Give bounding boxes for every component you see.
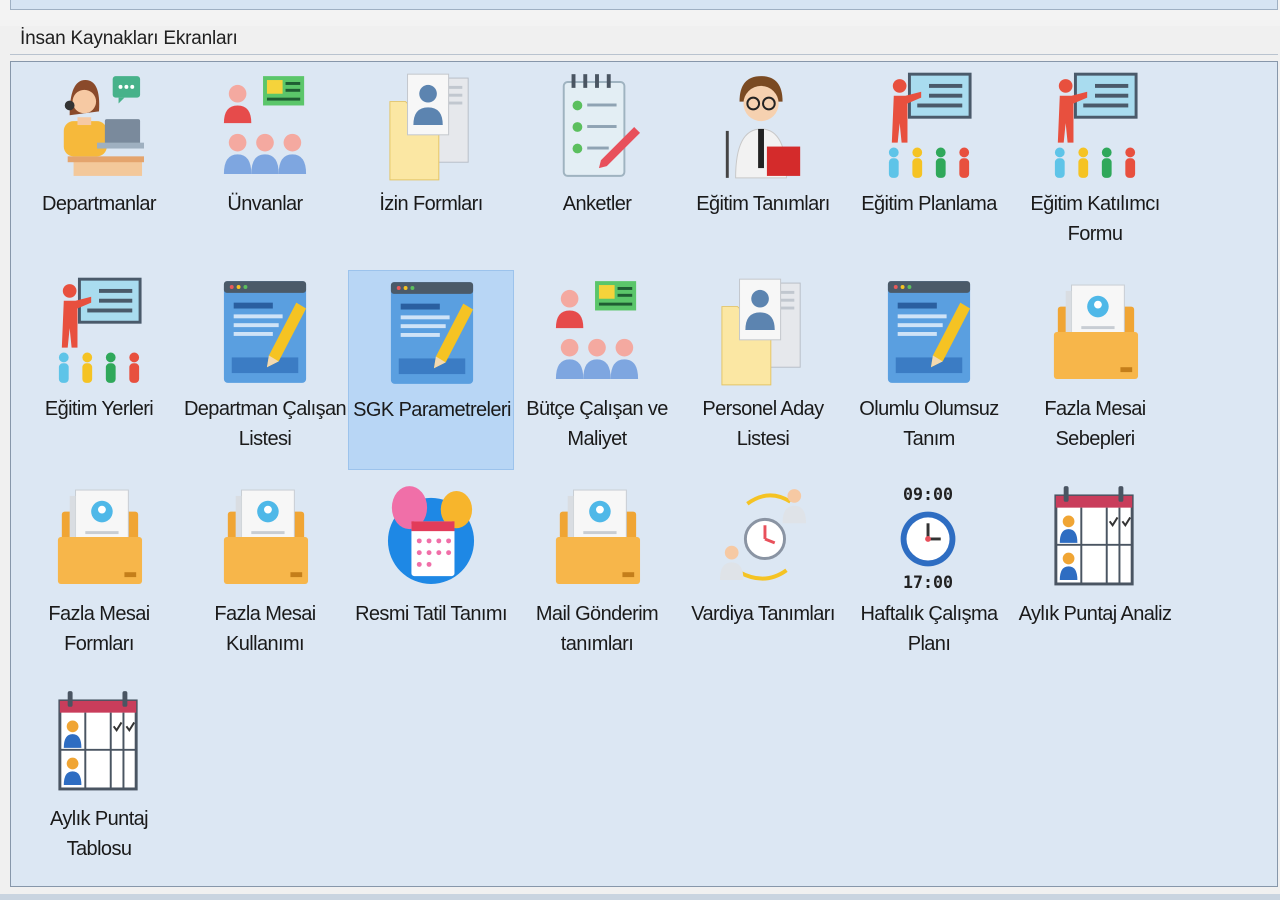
tile-18[interactable]: Mail Gönderim tanımları bbox=[514, 475, 680, 675]
tile-label: İzin Formları bbox=[379, 193, 483, 215]
tile-label: Fazla Mesai Formları bbox=[48, 603, 150, 655]
tile-label: Departmanlar bbox=[42, 193, 157, 215]
tile-6[interactable]: Eğitim Planlama bbox=[846, 65, 1012, 265]
tile-label: Haftalık Çalışma Planı bbox=[860, 603, 998, 655]
tile-9[interactable]: Departman Çalışan Listesi bbox=[182, 270, 348, 470]
tile-label: Mail Gönderim tanımları bbox=[535, 603, 659, 655]
tile-5[interactable]: Eğitim Tanımları bbox=[680, 65, 846, 265]
work-hours-clock-icon: 09:00 17:00 bbox=[900, 485, 956, 592]
group-divider bbox=[10, 54, 1278, 55]
tile-label: Fazla Mesai Sebepleri bbox=[1044, 398, 1146, 450]
folder-profile-icon bbox=[57, 489, 143, 584]
tile-label: SGK Parametreleri bbox=[353, 399, 511, 421]
tile-11[interactable]: Bütçe Çalışan ve Maliyet bbox=[514, 270, 680, 470]
tile-label: Olumlu Olumsuz Tanım bbox=[859, 398, 999, 450]
tile-label: Personel Aday Listesi bbox=[702, 398, 824, 450]
tile-label: Aylık Puntaj Tablosu bbox=[49, 808, 149, 860]
training-presentation-icon bbox=[58, 277, 142, 383]
edit-window-icon bbox=[887, 281, 971, 383]
shift-rotation-icon bbox=[719, 489, 807, 581]
tile-14[interactable]: Fazla Mesai Sebepleri bbox=[1012, 270, 1178, 470]
tile-17[interactable]: Resmi Tatil Tanımı bbox=[348, 475, 514, 675]
bottom-strip bbox=[0, 894, 1280, 900]
tile-label: Aylık Puntaj Analiz bbox=[1018, 603, 1172, 625]
folder-profile-icon bbox=[555, 489, 641, 584]
tile-20[interactable]: 09:00 17:00 Haftalık Çalışma Planı bbox=[846, 475, 1012, 675]
tile-3[interactable]: İzin Formları bbox=[348, 65, 514, 265]
tile-label: Eğitim Katılımcı Formu bbox=[1030, 193, 1160, 245]
tile-1[interactable]: Departmanlar bbox=[16, 65, 182, 265]
tile-label: Ünvanlar bbox=[227, 193, 303, 215]
tile-label: Eğitim Planlama bbox=[861, 193, 997, 215]
tile-label: Eğitim Yerleri bbox=[44, 398, 154, 420]
tile-label: Vardiya Tanımları bbox=[691, 603, 835, 625]
attendance-calendar-icon bbox=[58, 691, 138, 791]
tile-label: Bütçe Çalışan ve Maliyet bbox=[526, 398, 668, 450]
tile-21[interactable]: Aylık Puntaj Analiz bbox=[1012, 475, 1178, 675]
tile-label: Eğitim Tanımları bbox=[696, 193, 830, 215]
tile-label: Anketler bbox=[562, 193, 632, 215]
tile-panel: Departmanlar Ünvanlar İzin Formları Anke… bbox=[10, 61, 1278, 887]
survey-checklist-icon bbox=[562, 74, 641, 177]
tile-2[interactable]: Ünvanlar bbox=[182, 65, 348, 265]
tile-12[interactable]: Personel Aday Listesi bbox=[680, 270, 846, 470]
tile-16[interactable]: Fazla Mesai Kullanımı bbox=[182, 475, 348, 675]
org-chart-icon bbox=[223, 76, 307, 174]
tile-13[interactable]: Olumlu Olumsuz Tanım bbox=[846, 270, 1012, 470]
tile-label: Fazla Mesai Kullanımı bbox=[214, 603, 316, 655]
document-profile-icon bbox=[721, 278, 801, 386]
holiday-calendar-icon bbox=[387, 486, 475, 584]
tile-8[interactable]: Eğitim Yerleri bbox=[16, 270, 182, 470]
tile-label: Departman Çalışan Listesi bbox=[183, 398, 347, 450]
clock-end-time: 17:00 bbox=[903, 573, 953, 592]
tile-7[interactable]: Eğitim Katılımcı Formu bbox=[1012, 65, 1178, 265]
group-title: İnsan Kaynakları Ekranları bbox=[20, 28, 238, 49]
edit-window-icon bbox=[390, 282, 474, 384]
org-chart-icon bbox=[555, 281, 639, 379]
tile-15[interactable]: Fazla Mesai Formları bbox=[16, 475, 182, 675]
training-presentation-icon bbox=[888, 72, 972, 178]
top-toolbar bbox=[0, 0, 1280, 26]
tile-label: Resmi Tatil Tanımı bbox=[355, 603, 507, 625]
tile-10[interactable]: SGK Parametreleri bbox=[348, 270, 514, 470]
edit-window-icon bbox=[223, 281, 307, 383]
teacher-book-icon bbox=[725, 76, 801, 179]
tile-4[interactable]: Anketler bbox=[514, 65, 680, 265]
training-presentation-icon bbox=[1054, 72, 1138, 178]
clock-start-time: 09:00 bbox=[903, 485, 953, 504]
attendance-calendar-icon bbox=[1054, 486, 1134, 586]
folder-profile-icon bbox=[1053, 284, 1139, 379]
document-profile-icon bbox=[389, 73, 469, 181]
tile-19[interactable]: Vardiya Tanımları bbox=[680, 475, 846, 675]
folder-profile-icon bbox=[223, 489, 309, 584]
tile-22[interactable]: Aylık Puntaj Tablosu bbox=[16, 680, 182, 880]
top-toolbar-strip bbox=[10, 0, 1278, 10]
receptionist-icon bbox=[63, 76, 144, 176]
